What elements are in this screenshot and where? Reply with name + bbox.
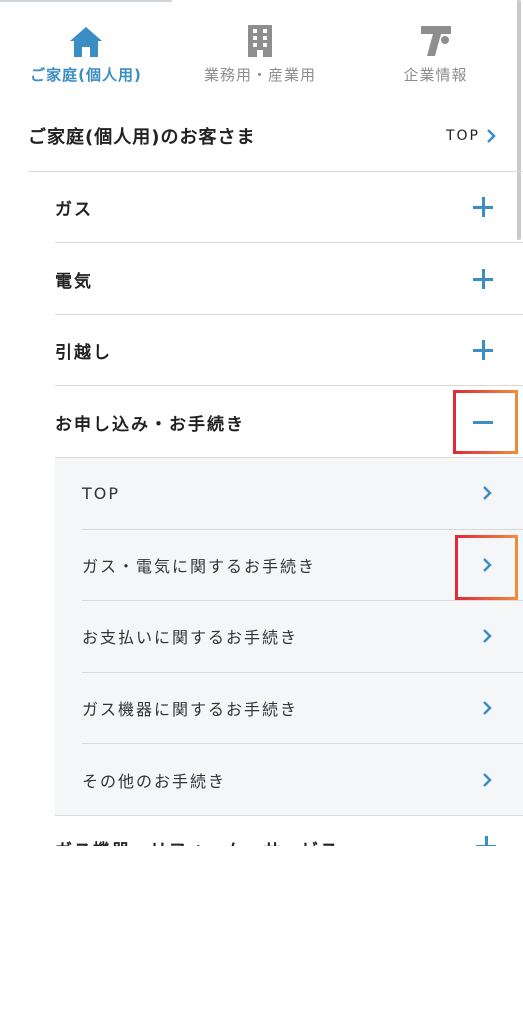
submenu-item-label: お支払いに関するお手続き [82,628,299,648]
plus-icon [476,836,496,846]
tab-corporate-label: 企業情報 [403,66,468,84]
plus-icon [468,192,498,222]
chevron-right-icon [481,628,495,644]
plus-icon [468,264,498,294]
submenu-item-other[interactable]: その他のお手続き [82,744,523,816]
submenu-item-gas-appliance[interactable]: ガス機器に関するお手続き [82,673,523,744]
submenu-item-label: ガス・電気に関するお手続き [82,556,317,576]
submenu-item-payment[interactable]: お支払いに関するお手続き [82,601,523,673]
menu-item-gas[interactable]: ガス [55,172,523,243]
corporate-logo-icon [419,24,453,58]
section-header: ご家庭(個人用)のお客さま TOP [28,118,496,154]
chevron-right-icon [487,129,496,143]
chevron-right-icon [481,485,495,501]
submenu-item-top[interactable]: TOP [82,458,523,530]
top-link[interactable]: TOP [446,128,496,144]
menu-item-label: 電気 [55,271,93,292]
highlight-box [455,535,518,600]
menu-item-label: 引越し [55,342,112,363]
menu-item-label: ガス [55,199,93,220]
chevron-right-icon [481,700,495,716]
submenu-item-label: ガス機器に関するお手続き [82,699,299,719]
plus-icon [468,335,498,365]
submenu-item-label: TOP [82,483,121,503]
menu-item-moving[interactable]: 引越し [55,315,523,386]
tab-business-label: 業務用・産業用 [203,66,316,84]
tab-business[interactable]: 業務用・産業用 [172,0,348,100]
chevron-right-icon [481,772,495,788]
house-icon [69,24,103,58]
menu-item-label: お申し込み・お手続き [55,414,245,435]
category-tabs: ご家庭(個人用) 業務用・産業用 企業情報 [0,0,523,100]
tab-home-label: ご家庭(個人用) [30,66,142,84]
menu-item-label: ガス機器・リフォーム・サービス [55,836,340,846]
top-link-label: TOP [445,128,480,144]
submenu-item-label: その他のお手続き [82,771,227,791]
menu-item-electricity[interactable]: 電気 [55,244,523,315]
section-title: ご家庭(個人用)のお客さま [28,127,256,148]
tab-corporate[interactable]: 企業情報 [348,0,523,100]
menu-item-partial[interactable]: ガス機器・リフォーム・サービス [55,816,523,846]
building-icon [246,24,274,58]
tab-home[interactable]: ご家庭(個人用) [0,0,172,100]
highlight-box [453,390,518,454]
